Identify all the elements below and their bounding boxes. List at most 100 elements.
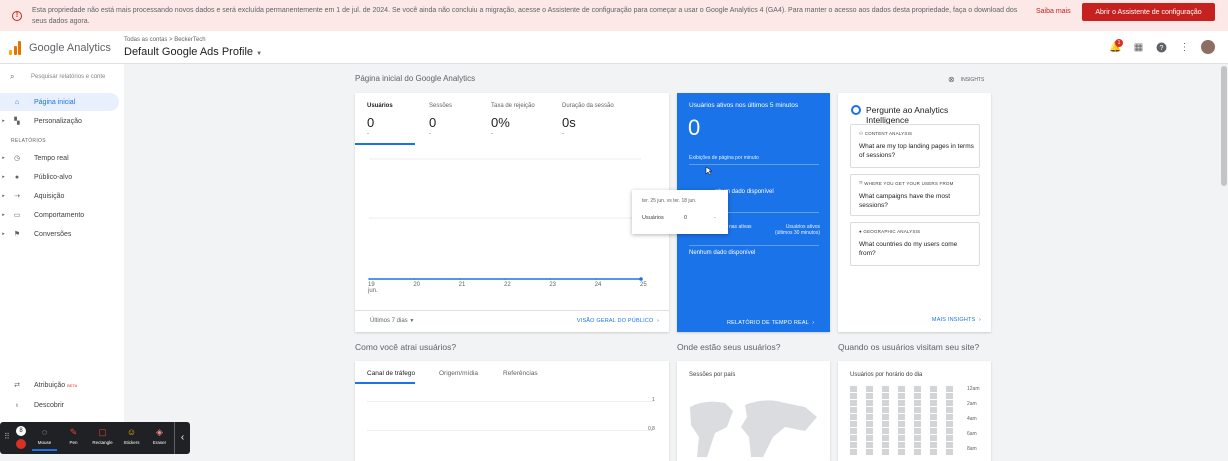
data-point[interactable] xyxy=(594,278,597,280)
sidebar-item-label: Página inicial xyxy=(34,98,76,106)
heatmap-cell xyxy=(850,421,857,427)
link-label: MAIS INSIGHTS xyxy=(931,317,976,323)
audience-overview-link[interactable]: VISÃO GERAL DO PÚBLICO › xyxy=(577,318,659,324)
heatmap-cell xyxy=(882,435,889,441)
more-vert-icon[interactable]: ⋮ xyxy=(1179,42,1190,53)
metric-tab-sessions[interactable]: Sessões xyxy=(429,103,452,109)
overview-footer: Últimos 7 dias ▼ VISÃO GERAL DO PÚBLICO … xyxy=(355,310,669,332)
question-card[interactable]: ⚇ CONTENT ANALYSIS What are my top landi… xyxy=(850,124,980,168)
metric-tab-session-duration[interactable]: Duração da sessão xyxy=(562,103,614,109)
metric-tab-bounce-rate[interactable]: Taxa de rejeição xyxy=(491,103,535,109)
heatmap-cell xyxy=(866,414,873,420)
analytics-intelligence-card: Pergunte ao Analytics Intelligence ⚇ CON… xyxy=(838,93,991,332)
heatmap-cell xyxy=(850,435,857,441)
sidebar-item-conversions[interactable]: ▸ ⚑ Conversões xyxy=(0,225,119,243)
collapse-toolbar-icon[interactable]: ‹ xyxy=(174,422,190,454)
breadcrumb[interactable]: Todas as contas > BeckerTech xyxy=(124,37,206,43)
sidebar-item-label: Comportamento xyxy=(34,211,85,219)
sidebar-item-label: Atribuição xyxy=(34,381,66,389)
heatmap-cell xyxy=(866,421,873,427)
metric-tab-users[interactable]: Usuários xyxy=(367,103,393,109)
mouse-pointer-icon xyxy=(705,166,713,176)
world-map xyxy=(690,400,817,457)
deprecation-banner: ! Esta propriedade não está mais process… xyxy=(0,0,1228,31)
sidebar-item-attribution[interactable]: ⇄ Atribuição BETA xyxy=(0,376,119,394)
heatmap-cell xyxy=(946,400,953,406)
search-input[interactable]: Pesquisar relatórios e conte xyxy=(31,74,105,80)
heatmap-cell xyxy=(898,400,905,406)
no-data-text: Nenhum dado disponível xyxy=(689,250,756,256)
drag-handle-icon[interactable]: ⠿ xyxy=(4,432,10,441)
help-icon[interactable]: ? xyxy=(1156,42,1167,53)
sidebar-item-customization[interactable]: ▸ ▚ Personalização xyxy=(0,112,119,130)
behavior-icon: ▭ xyxy=(13,212,21,219)
data-point[interactable] xyxy=(368,278,370,280)
tool-eraser[interactable]: ◈ Eraser xyxy=(147,425,172,451)
page-title: Página inicial do Google Analytics xyxy=(355,74,476,83)
active-users-30min-label: Usuários ativos (últimos 30 minutos) xyxy=(774,224,820,236)
expand-icon: ▸ xyxy=(2,231,5,237)
apps-icon[interactable]: ▦ xyxy=(1133,42,1144,53)
metric-delta: - xyxy=(429,131,431,137)
question-card[interactable]: ● GEOGRAPHIC ANALYSIS What countries do … xyxy=(850,222,980,266)
geo-card: Sessões por país xyxy=(677,361,830,461)
sidebar-item-discover[interactable]: ♁ Descobrir xyxy=(0,396,119,414)
tab-referrals[interactable]: Referências xyxy=(503,370,538,377)
tool-rectangle[interactable]: ▢ Rectangle xyxy=(90,425,115,451)
sidebar-item-realtime[interactable]: ▸ ◷ Tempo real xyxy=(0,149,119,167)
sidebar-item-label: Tempo real xyxy=(34,154,69,162)
data-point[interactable] xyxy=(639,277,643,281)
tool-stickers[interactable]: ☺ Stickers xyxy=(119,425,144,451)
intelligence-icon xyxy=(851,105,861,115)
metric-value: 0 xyxy=(367,115,375,130)
report-search[interactable]: ⌕ Pesquisar relatórios e conte xyxy=(10,72,105,82)
question-card[interactable]: ⤧ WHERE YOU GET YOUR USERS FROM What cam… xyxy=(850,174,980,216)
x-axis-tick-label: 20 xyxy=(413,282,421,288)
sidebar-item-home[interactable]: ⌂ Página inicial xyxy=(0,93,119,111)
date-range-selector[interactable]: Últimos 7 dias ▼ xyxy=(370,318,414,324)
x-axis-tick-label: 25 xyxy=(640,282,647,288)
open-setup-assistant-button[interactable]: Abrir o Assistente de configuração xyxy=(1082,3,1215,21)
acquisition-section-title: Como você atrai usuários? xyxy=(355,342,457,352)
page-scrollbar[interactable] xyxy=(1220,64,1228,454)
learn-more-link[interactable]: Saiba mais xyxy=(1036,8,1071,15)
profile-selector[interactable]: Default Google Ads Profile ▼ xyxy=(124,46,262,58)
expand-icon: ▸ xyxy=(2,212,5,218)
heatmap-cell xyxy=(850,414,857,420)
link-label: RELATÓRIO DE TEMPO REAL xyxy=(727,320,809,326)
sidebar-item-acquisition[interactable]: ▸ ⇢ Aquisição xyxy=(0,187,119,205)
heatmap-cell xyxy=(930,435,937,441)
scrollbar-thumb[interactable] xyxy=(1221,66,1227,186)
record-icon[interactable] xyxy=(16,439,26,449)
sidebar-item-behavior[interactable]: ▸ ▭ Comportamento xyxy=(0,206,119,224)
expand-icon: ▸ xyxy=(2,174,5,180)
heatmap-cell xyxy=(850,428,857,434)
data-point[interactable] xyxy=(549,278,552,280)
tool-mouse[interactable]: ◌ Mouse xyxy=(32,425,57,451)
sidebar-item-audience[interactable]: ▸ ● Público-alvo xyxy=(0,168,119,186)
heatmap-cell xyxy=(930,400,937,406)
realtime-report-link[interactable]: RELATÓRIO DE TEMPO REAL › xyxy=(727,320,814,326)
data-point[interactable] xyxy=(458,278,461,280)
heatmap-cell xyxy=(882,428,889,434)
data-point[interactable] xyxy=(504,278,506,280)
insights-button[interactable]: ⊗ INSIGHTS xyxy=(948,75,984,84)
heatmap-cell xyxy=(850,386,857,392)
heatmap-cell xyxy=(850,400,857,406)
reports-section-label: RELATÓRIOS xyxy=(11,138,46,144)
tab-traffic-channel[interactable]: Canal de tráfego xyxy=(367,370,415,377)
category-label: CONTENT ANALYSIS xyxy=(864,131,913,136)
search-icon: ⌕ xyxy=(10,72,15,81)
tab-source-medium[interactable]: Origem/mídia xyxy=(439,370,478,377)
tool-label: Eraser xyxy=(152,440,167,445)
data-point[interactable] xyxy=(413,278,416,280)
more-insights-link[interactable]: MAIS INSIGHTS › xyxy=(932,317,981,323)
rectangle-icon: ▢ xyxy=(98,427,107,437)
geo-section-title: Onde estão seus usuários? xyxy=(677,342,781,352)
heatmap-cell xyxy=(850,393,857,399)
expand-icon: ▸ xyxy=(2,155,5,161)
sidebar-item-label: Público-alvo xyxy=(34,173,73,181)
step-counter: 8 xyxy=(16,426,26,436)
tool-pen[interactable]: ✎ Pen xyxy=(61,425,86,451)
avatar[interactable] xyxy=(1201,40,1215,54)
